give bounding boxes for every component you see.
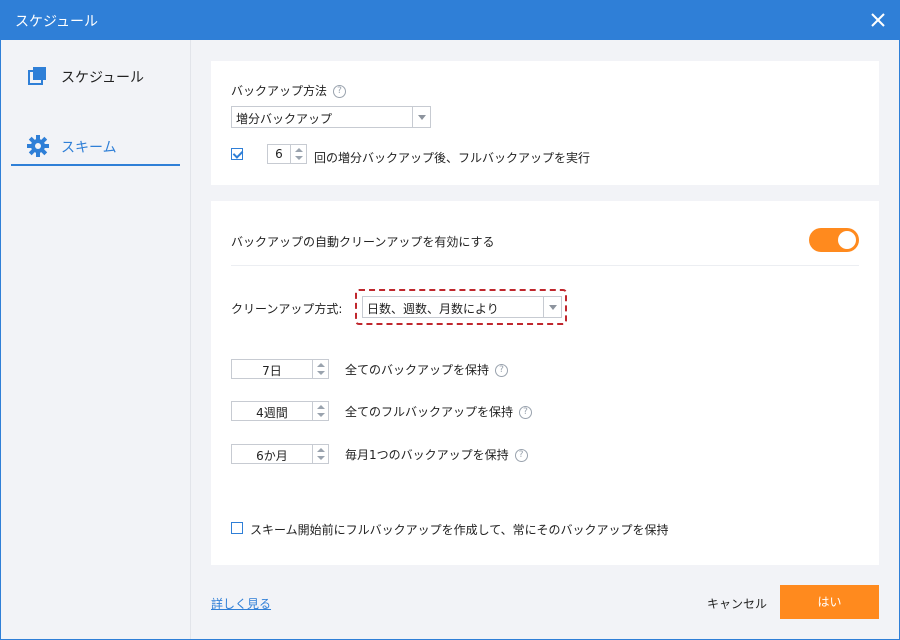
spin-up-icon[interactable] [317,363,325,367]
sidebar-item-schedule[interactable]: スケジュール [11,54,180,96]
spin-up-icon[interactable] [317,405,325,409]
backup-method-label: バックアップ方法 [231,84,328,98]
stepper-value: 6 [275,147,283,161]
pre-full-backup-text: スキーム開始前にフルバックアップを作成して、常にそのバックアップを保持 [250,523,669,537]
spin-down-icon[interactable] [317,371,325,375]
backup-method-select[interactable]: 増分バックアップ [231,106,431,128]
cleanup-method-select[interactable]: 日数、週数、月数により [362,296,562,318]
schedule-dialog: スケジュール スケジュール スキーム バックアップ方法 ? 増分バックアップ 6… [0,0,900,640]
cleanup-method-label: クリーンアップ方式: [231,302,343,316]
help-icon[interactable]: ? [519,406,533,419]
learn-more-link[interactable]: 詳しく見る [211,595,271,612]
help-icon[interactable]: ? [514,449,528,462]
sidebar-item-label: スキーム [61,140,117,156]
gear-icon [27,135,49,157]
spin-down-icon[interactable] [295,156,303,160]
spin-up-icon[interactable] [295,148,303,152]
sidebar-item-scheme[interactable]: スキーム [11,124,180,166]
cleanup-method-value: 日数、週数、月数により [367,302,499,316]
full-backup-interval-stepper[interactable]: 6 [267,144,307,164]
auto-cleanup-label: バックアップの自動クリーンアップを有効にする [231,235,495,249]
backup-method-value: 増分バックアップ [236,112,333,126]
ok-button[interactable]: はい [780,585,879,619]
sidebar-item-label: スケジュール [61,70,145,86]
cancel-button[interactable]: キャンセル [707,595,767,612]
pre-full-backup-checkbox[interactable] [231,522,243,534]
keep-weeks-stepper[interactable]: 4週間 [231,401,329,421]
spin-up-icon[interactable] [317,448,325,452]
stepper-value: 6か月 [256,449,288,463]
help-icon[interactable]: ? [333,85,347,98]
stepper-value: 4週間 [256,406,288,420]
backup-method-panel: バックアップ方法? 増分バックアップ 6 回の増分バックアップ後、フルバックアッ… [211,61,879,185]
stepper-value: 7日 [262,364,282,378]
copy-icon [27,65,49,87]
spin-down-icon[interactable] [317,456,325,460]
help-icon[interactable]: ? [495,364,509,377]
cleanup-panel: バックアップの自動クリーンアップを有効にする クリーンアップ方式: 日数、週数、… [211,201,879,565]
chevron-down-icon[interactable] [543,297,561,317]
keep-weeks-text: 全てのフルバックアップを保持 [345,405,514,419]
keep-months-text: 毎月1つのバックアップを保持 [345,448,509,462]
spin-down-icon[interactable] [317,413,325,417]
keep-days-stepper[interactable]: 7日 [231,359,329,379]
close-icon [871,13,885,27]
window-title: スケジュール [15,14,99,30]
full-backup-interval-text: 回の増分バックアップ後、フルバックアップを実行 [314,151,591,165]
sidebar: スケジュール スキーム [1,40,191,639]
keep-days-text: 全てのバックアップを保持 [345,363,490,377]
title-bar: スケジュール [1,1,899,40]
chevron-down-icon[interactable] [412,107,430,127]
divider [231,265,859,266]
keep-months-stepper[interactable]: 6か月 [231,444,329,464]
toggle-knob [838,231,856,249]
auto-cleanup-toggle[interactable] [809,228,859,252]
close-button[interactable] [867,9,889,31]
full-backup-interval-checkbox[interactable] [231,148,243,160]
